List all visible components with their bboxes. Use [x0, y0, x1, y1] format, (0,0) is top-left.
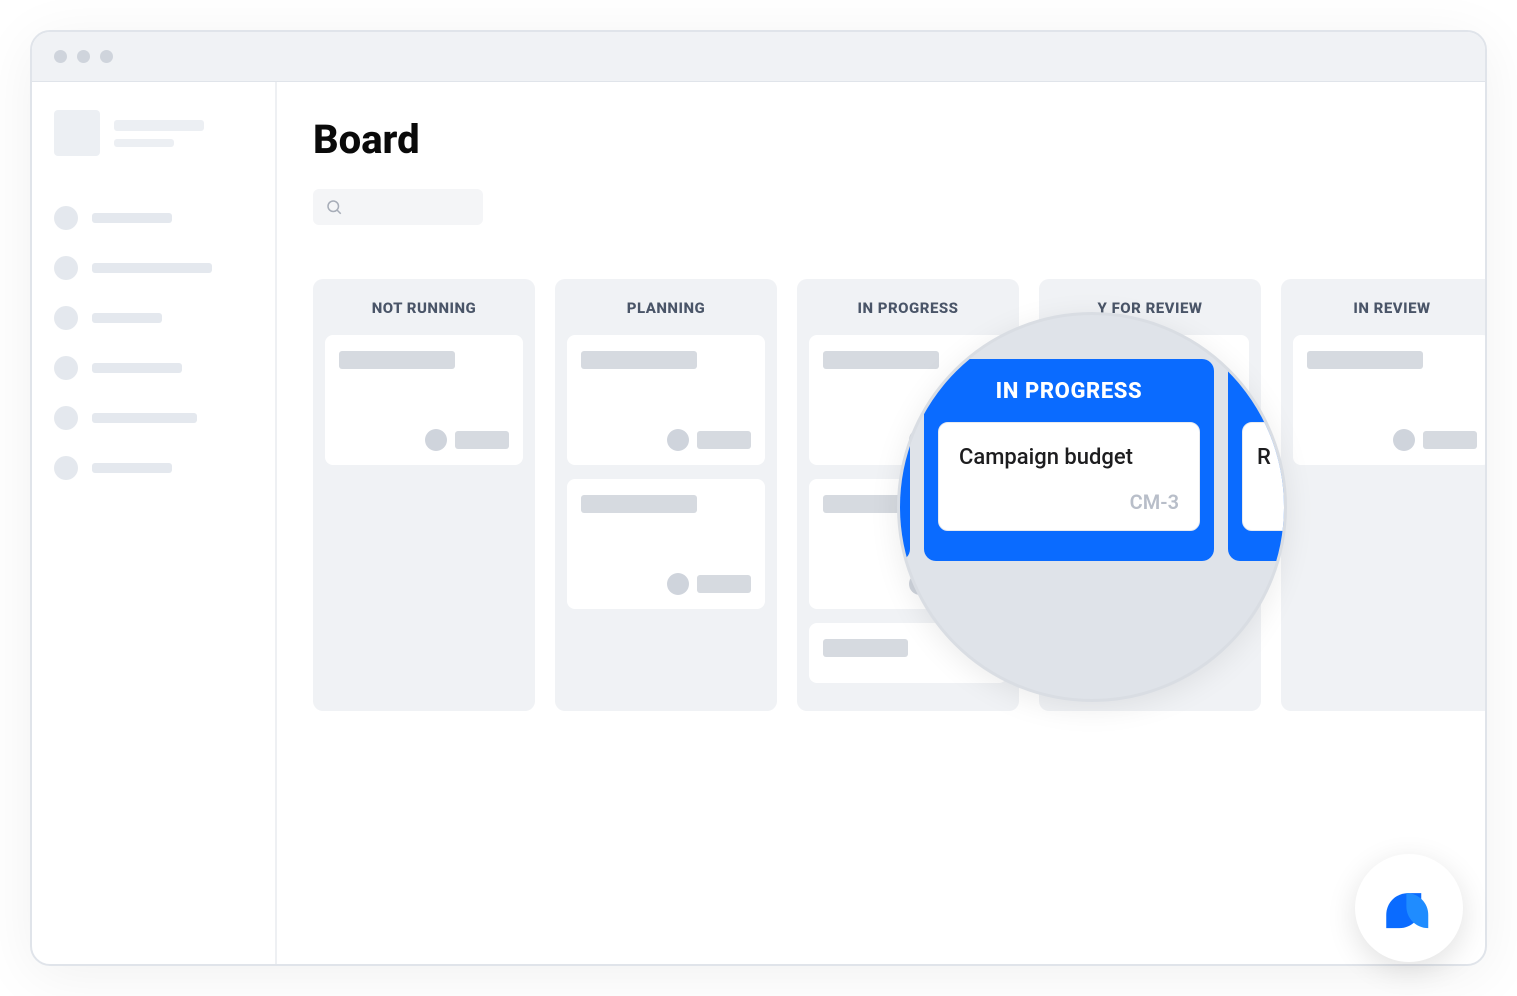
- magnified-partial-card[interactable]: R: [1242, 422, 1287, 531]
- column-in-review[interactable]: IN REVIEW: [1281, 279, 1485, 711]
- sidebar-project-header[interactable]: [54, 110, 253, 156]
- magnified-card-id: CM-3: [959, 490, 1179, 514]
- column-header: NOT RUNNING: [325, 279, 523, 335]
- project-name-skeleton: [114, 120, 253, 147]
- browser-chrome: [32, 32, 1485, 82]
- card[interactable]: [567, 335, 765, 465]
- magnifier-overlay: IN PROGRESS Campaign budget CM-3 . R: [897, 312, 1287, 702]
- app-body: Board NOT RUNNING PLANNING: [32, 82, 1485, 964]
- sidebar: [32, 82, 277, 964]
- card-id-skeleton: [1423, 431, 1477, 449]
- traffic-light-expand[interactable]: [100, 50, 113, 63]
- magnified-card-title: Campaign budget: [959, 445, 1179, 470]
- magnified-card[interactable]: Campaign budget CM-3: [938, 422, 1200, 531]
- column-not-running[interactable]: NOT RUNNING: [313, 279, 535, 711]
- avatar-icon: [667, 429, 689, 451]
- card[interactable]: [567, 479, 765, 609]
- card-id-skeleton: [455, 431, 509, 449]
- brand-badge[interactable]: [1355, 854, 1463, 962]
- card-title-skeleton: [1307, 351, 1423, 369]
- avatar-icon: [425, 429, 447, 451]
- browser-window: Board NOT RUNNING PLANNING: [30, 30, 1487, 966]
- column-header: IN REVIEW: [1293, 279, 1485, 335]
- card-title-skeleton: [581, 351, 697, 369]
- project-avatar: [54, 110, 100, 156]
- avatar-icon: [667, 573, 689, 595]
- column-header: PLANNING: [567, 279, 765, 335]
- traffic-light-minimize[interactable]: [77, 50, 90, 63]
- brand-logo-icon: [1381, 880, 1437, 936]
- main-content: Board NOT RUNNING PLANNING: [277, 82, 1485, 964]
- card[interactable]: [1293, 335, 1485, 465]
- page-title: Board: [313, 116, 1449, 163]
- sidebar-item[interactable]: [54, 306, 253, 330]
- card-title-skeleton: [823, 639, 908, 657]
- card[interactable]: [325, 335, 523, 465]
- card-id-skeleton: [697, 431, 751, 449]
- magnified-column-in-progress: IN PROGRESS Campaign budget CM-3: [924, 359, 1214, 561]
- magnified-column-header: IN PROGRESS: [938, 359, 1200, 422]
- sidebar-item[interactable]: [54, 206, 253, 230]
- avatar-icon: [1393, 429, 1415, 451]
- magnified-partial-card-text: R: [1257, 445, 1287, 470]
- search-input[interactable]: [313, 189, 483, 225]
- traffic-light-close[interactable]: [54, 50, 67, 63]
- column-header: IN PROGRESS: [809, 279, 1007, 335]
- card-title-skeleton: [339, 351, 455, 369]
- sidebar-item[interactable]: [54, 456, 253, 480]
- column-planning[interactable]: PLANNING: [555, 279, 777, 711]
- search-icon: [325, 198, 343, 216]
- card-title-skeleton: [581, 495, 697, 513]
- magnified-column-edge-right: . R: [1228, 359, 1287, 561]
- card-id-skeleton: [697, 575, 751, 593]
- sidebar-item[interactable]: [54, 406, 253, 430]
- sidebar-item[interactable]: [54, 356, 253, 380]
- sidebar-item[interactable]: [54, 256, 253, 280]
